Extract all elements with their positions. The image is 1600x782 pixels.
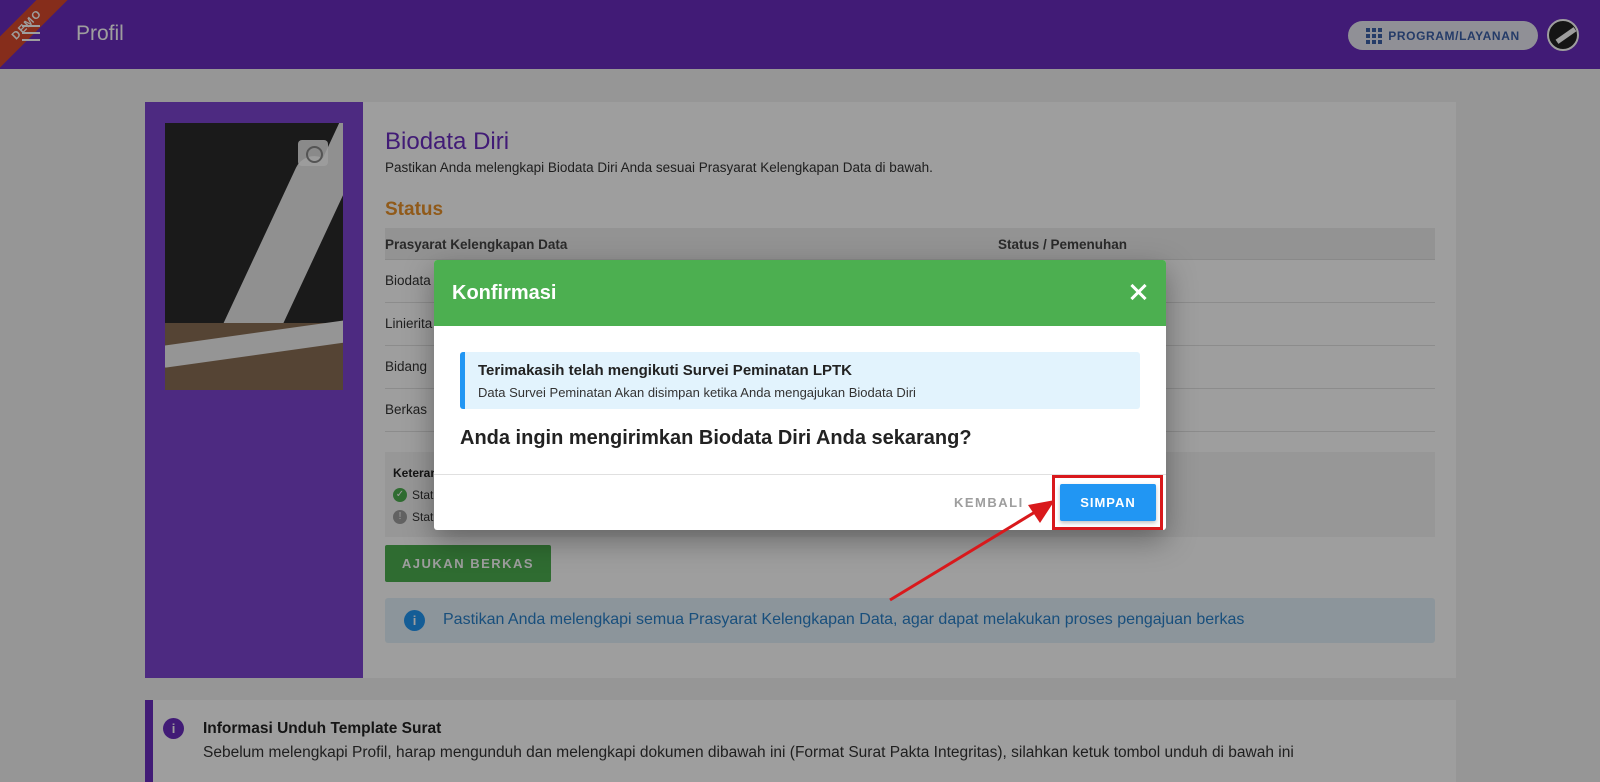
annotation-highlight-box: [1052, 475, 1163, 530]
survey-alert: Terimakasih telah mengikuti Survei Pemin…: [460, 352, 1140, 409]
alert-title: Terimakasih telah mengikuti Survei Pemin…: [478, 362, 852, 379]
dialog-title: Konfirmasi: [452, 282, 557, 304]
close-icon[interactable]: [1128, 282, 1148, 302]
alert-text: Data Survei Peminatan Akan disimpan keti…: [478, 385, 916, 400]
dialog-header: Konfirmasi: [434, 260, 1166, 326]
dialog-question: Anda ingin mengirimkan Biodata Diri Anda…: [460, 427, 972, 449]
annotation-arrow: [889, 500, 1055, 602]
